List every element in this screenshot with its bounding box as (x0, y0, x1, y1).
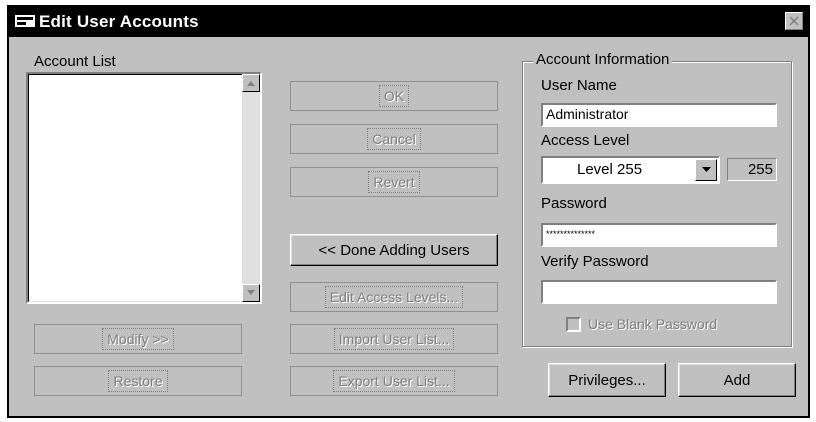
restore-button[interactable]: Restore (34, 366, 242, 396)
dropdown-arrow-button[interactable] (695, 159, 717, 181)
access-level-number: 255 (727, 158, 777, 181)
privileges-button[interactable]: Privileges... (548, 363, 666, 397)
add-button[interactable]: Add (678, 363, 796, 397)
scroll-down-button[interactable] (242, 284, 260, 302)
use-blank-password-label: Use Blank Password (588, 316, 718, 332)
account-listbox[interactable] (26, 72, 262, 304)
ok-button[interactable]: OK (290, 81, 498, 111)
export-user-list-button[interactable]: Export User List... (290, 366, 498, 396)
title-bar[interactable]: Edit User Accounts (9, 7, 808, 37)
window-app-icon (15, 15, 35, 27)
edit-access-levels-button[interactable]: Edit Access Levels... (290, 282, 498, 312)
password-label: Password (541, 195, 607, 212)
account-list-scrollbar[interactable] (242, 74, 260, 302)
account-list-label: Account List (34, 53, 116, 70)
verify-password-label: Verify Password (541, 253, 649, 270)
done-adding-users-button[interactable]: << Done Adding Users (290, 234, 498, 266)
access-level-dropdown[interactable]: Level 255 (541, 156, 720, 184)
modify-button[interactable]: Modify >> (34, 324, 242, 354)
user-name-field[interactable]: Administrator (541, 103, 777, 127)
close-button[interactable] (785, 12, 803, 30)
cancel-button[interactable]: Cancel (290, 124, 498, 154)
account-information-title: Account Information (533, 51, 673, 68)
triangle-up-icon (247, 81, 255, 86)
access-level-label: Access Level (541, 132, 630, 149)
password-field[interactable]: ************** (541, 223, 777, 247)
revert-button[interactable]: Revert (290, 167, 498, 197)
verify-password-field[interactable] (541, 280, 777, 304)
user-name-label: User Name (541, 77, 617, 94)
import-user-list-button[interactable]: Import User List... (290, 324, 498, 354)
chevron-down-icon (701, 167, 711, 172)
window-title: Edit User Accounts (39, 12, 199, 31)
access-level-selected: Level 255 (577, 161, 643, 178)
use-blank-password-checkbox[interactable] (566, 317, 581, 332)
triangle-down-icon (247, 290, 255, 295)
scroll-up-button[interactable] (242, 74, 260, 92)
close-x-icon (789, 16, 799, 26)
